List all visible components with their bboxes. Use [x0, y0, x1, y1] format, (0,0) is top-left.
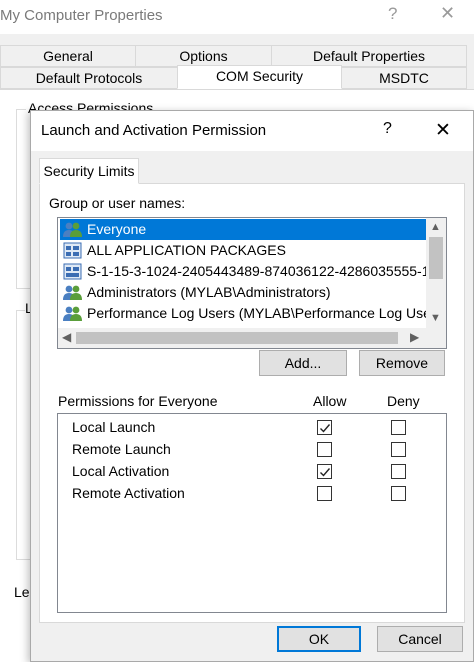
- cancel-button[interactable]: Cancel: [377, 626, 463, 652]
- group-or-user-names-label: Group or user names:: [49, 195, 186, 211]
- users-group-icon: [63, 305, 82, 322]
- allow-column-header: Allow: [313, 393, 347, 409]
- scroll-down-icon[interactable]: ▼: [430, 312, 441, 324]
- tab-default-properties[interactable]: Default Properties: [271, 45, 467, 67]
- add-button[interactable]: Add...: [259, 350, 347, 376]
- list-item-performance-log-users[interactable]: Performance Log Users (MYLAB\Performance…: [60, 303, 446, 324]
- permissions-for-label: Permissions for Everyone: [58, 393, 218, 409]
- allow-local-activation-checkbox[interactable]: [317, 464, 332, 479]
- horizontal-scrollbar[interactable]: ◀ ▶: [58, 328, 426, 348]
- deny-local-activation-checkbox[interactable]: [391, 464, 406, 479]
- dialog-title-bar: Launch and Activation Permission ? ✕: [31, 111, 473, 151]
- allow-remote-activation-checkbox[interactable]: [317, 486, 332, 501]
- dialog-title: Launch and Activation Permission: [41, 122, 267, 139]
- deny-column-header: Deny: [387, 393, 420, 409]
- launch-activation-permission-dialog: Launch and Activation Permission ? ✕ Sec…: [30, 110, 474, 662]
- list-item-label: ALL APPLICATION PACKAGES: [87, 242, 286, 258]
- scrollbar-corner: [426, 328, 446, 348]
- list-item-everyone[interactable]: Everyone: [60, 219, 426, 240]
- tab-general[interactable]: General: [0, 45, 136, 67]
- checkmark-icon: [320, 424, 331, 433]
- allow-remote-launch-checkbox[interactable]: [317, 442, 332, 457]
- app-packages-icon: [63, 242, 82, 259]
- ok-button[interactable]: OK: [277, 626, 361, 652]
- tab-com-security[interactable]: COM Security: [177, 65, 342, 89]
- deny-local-launch-checkbox[interactable]: [391, 420, 406, 435]
- dialog-help-icon[interactable]: ?: [383, 120, 392, 138]
- list-item-label: Administrators (MYLAB\Administrators): [87, 284, 331, 300]
- permission-remote-launch: Remote Launch: [72, 441, 171, 457]
- list-item-sid[interactable]: S-1-15-3-1024-2405443489-874036122-42860…: [60, 261, 446, 282]
- list-item-all-application-packages[interactable]: ALL APPLICATION PACKAGES: [60, 240, 426, 261]
- dialog-close-icon[interactable]: ✕: [435, 119, 451, 142]
- list-item-administrators[interactable]: Administrators (MYLAB\Administrators): [60, 282, 426, 303]
- checkmark-icon: [320, 468, 331, 477]
- background-window-title: My Computer Properties: [0, 7, 163, 24]
- scroll-right-icon[interactable]: ▶: [410, 330, 419, 344]
- group-user-list[interactable]: Everyone ALL APPLICATION PACKAGES S-1-15…: [57, 217, 447, 349]
- permission-local-launch: Local Launch: [72, 419, 156, 435]
- tab-options[interactable]: Options: [135, 45, 272, 67]
- vertical-scroll-thumb[interactable]: [429, 237, 443, 279]
- remove-button[interactable]: Remove: [359, 350, 445, 376]
- background-title-bar: My Computer Properties ? ✕: [0, 0, 474, 34]
- allow-local-launch-checkbox[interactable]: [317, 420, 332, 435]
- scroll-up-icon[interactable]: ▲: [430, 221, 441, 233]
- vertical-scrollbar[interactable]: ▲ ▼: [426, 218, 446, 328]
- deny-remote-launch-checkbox[interactable]: [391, 442, 406, 457]
- tab-msdtc[interactable]: MSDTC: [341, 67, 467, 89]
- tab-security-limits[interactable]: Security Limits: [39, 158, 139, 184]
- permissions-list: Local Launch Remote Launch Local Activat…: [57, 413, 447, 613]
- list-item-label: S-1-15-3-1024-2405443489-874036122-42860…: [87, 263, 447, 279]
- horizontal-scroll-thumb[interactable]: [76, 332, 398, 344]
- permission-remote-activation: Remote Activation: [72, 485, 185, 501]
- list-item-label: Everyone: [87, 221, 147, 237]
- background-close-icon[interactable]: ✕: [440, 3, 455, 24]
- sid-icon: [63, 263, 82, 280]
- background-help-icon[interactable]: ?: [388, 4, 397, 24]
- deny-remote-activation-checkbox[interactable]: [391, 486, 406, 501]
- tab-default-protocols[interactable]: Default Protocols: [0, 67, 178, 89]
- permission-local-activation: Local Activation: [72, 463, 170, 479]
- users-group-icon: [63, 221, 82, 238]
- list-item-label: Performance Log Users (MYLAB\Performance…: [87, 305, 447, 321]
- scroll-left-icon[interactable]: ◀: [62, 330, 71, 344]
- learn-more-link-fragment[interactable]: Le: [14, 584, 30, 600]
- users-group-icon: [63, 284, 82, 301]
